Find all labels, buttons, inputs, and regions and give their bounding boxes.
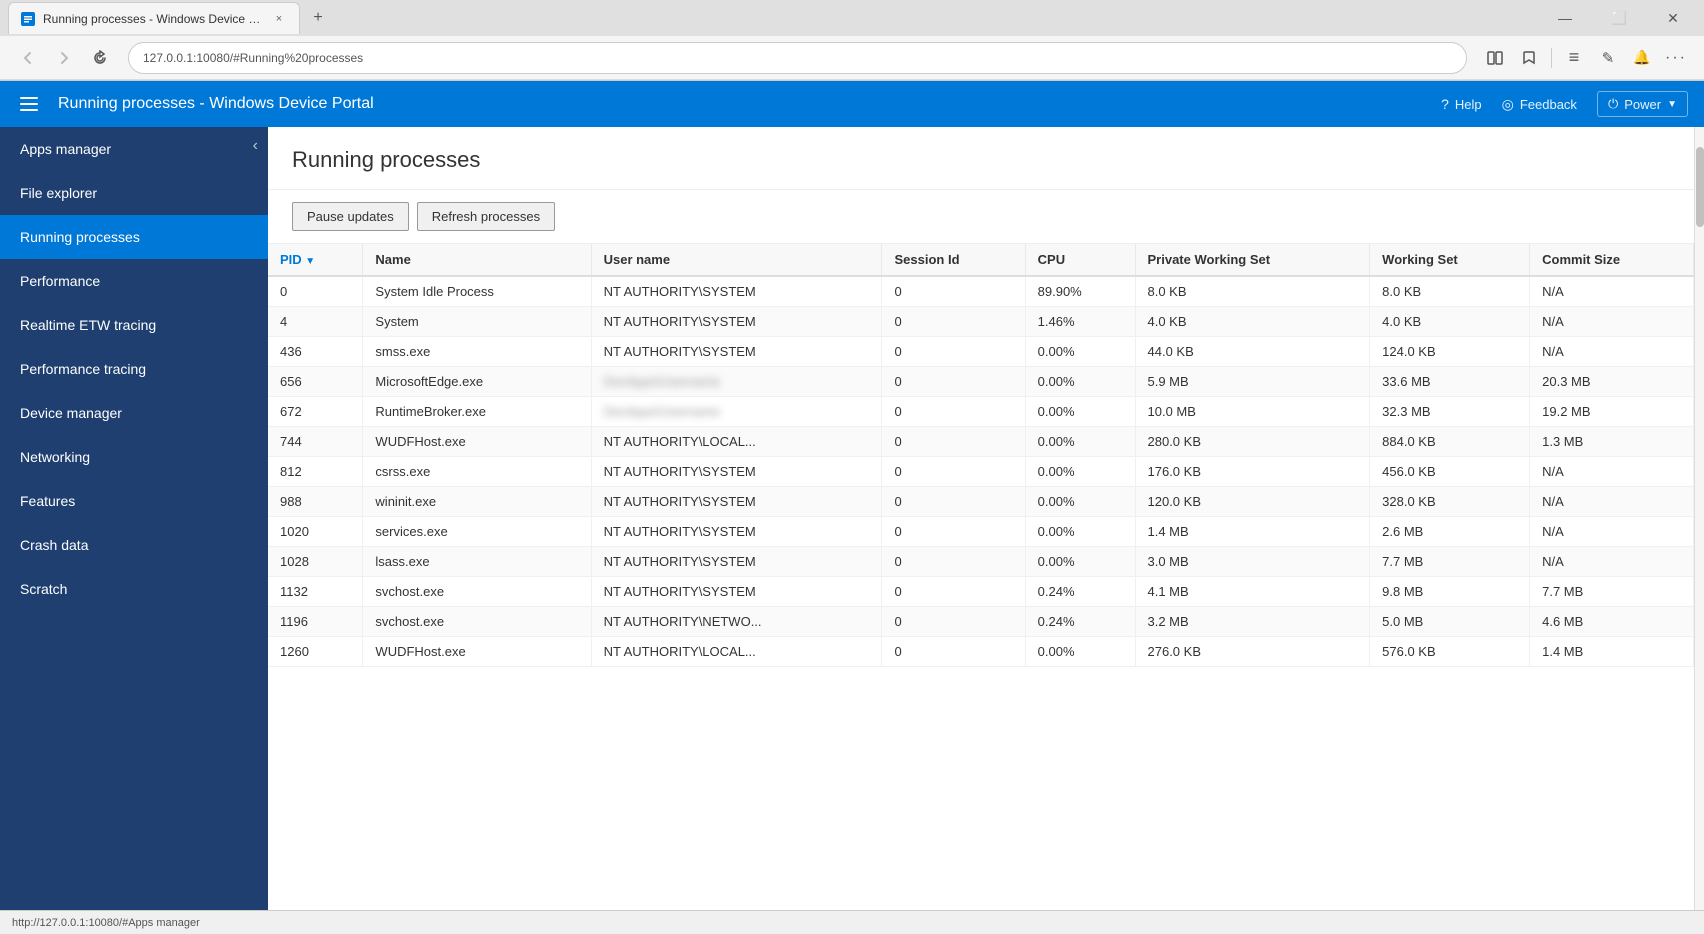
close-window-button[interactable]: ✕: [1650, 4, 1696, 32]
sidebar-collapse-button[interactable]: ‹: [253, 137, 258, 155]
bookmark-button[interactable]: [1513, 42, 1545, 74]
table-row[interactable]: 1196svchost.exeNT AUTHORITY\NETWO...00.2…: [268, 607, 1694, 637]
active-tab[interactable]: Running processes - Windows Device Porta…: [8, 2, 300, 34]
refresh-processes-button[interactable]: Refresh processes: [417, 202, 555, 231]
sidebar-item-crash-data[interactable]: Crash data: [0, 523, 268, 567]
notifications-button[interactable]: 🔔: [1626, 42, 1658, 74]
new-tab-button[interactable]: +: [304, 4, 332, 32]
refresh-button[interactable]: [84, 42, 116, 74]
sidebar-item-performance-tracing[interactable]: Performance tracing: [0, 347, 268, 391]
minimize-button[interactable]: —: [1542, 4, 1588, 32]
col-header-private-working-set[interactable]: Private Working Set: [1135, 244, 1370, 276]
help-button[interactable]: ? Help: [1441, 96, 1482, 112]
settings-button[interactable]: ≡: [1558, 42, 1590, 74]
feedback-button[interactable]: ◎ Feedback: [1502, 96, 1577, 113]
status-bar: http://127.0.0.1:10080/#Apps manager: [0, 910, 1704, 934]
sidebar-item-features[interactable]: Features: [0, 479, 268, 523]
sidebar-item-networking[interactable]: Networking: [0, 435, 268, 479]
tab-close-button[interactable]: ×: [271, 11, 287, 27]
power-chevron-icon: ▼: [1667, 99, 1677, 110]
sidebar-item-apps-manager[interactable]: Apps manager: [0, 127, 268, 171]
sidebar-item-scratch[interactable]: Scratch: [0, 567, 268, 611]
sidebar-item-file-explorer[interactable]: File explorer: [0, 171, 268, 215]
table-row[interactable]: 656MicrosoftEdge.exeDevApps\Username00.0…: [268, 367, 1694, 397]
reader-view-button[interactable]: [1479, 42, 1511, 74]
power-label: Power: [1624, 97, 1661, 112]
processes-table-container[interactable]: PID ▼NameUser nameSession IdCPUPrivate W…: [268, 244, 1694, 910]
sidebar-item-performance[interactable]: Performance: [0, 259, 268, 303]
hamburger-button[interactable]: [16, 93, 42, 115]
sidebar-item-device-manager[interactable]: Device manager: [0, 391, 268, 435]
pause-updates-button[interactable]: Pause updates: [292, 202, 409, 231]
table-row[interactable]: 744WUDFHost.exeNT AUTHORITY\LOCAL...00.0…: [268, 427, 1694, 457]
table-row[interactable]: 0System Idle ProcessNT AUTHORITY\SYSTEM0…: [268, 276, 1694, 307]
back-button[interactable]: [12, 42, 44, 74]
col-header-session-id[interactable]: Session Id: [882, 244, 1025, 276]
tab-title: Running processes - Windows Device Porta…: [43, 12, 263, 26]
table-row[interactable]: 988wininit.exeNT AUTHORITY\SYSTEM00.00%1…: [268, 487, 1694, 517]
col-header-name[interactable]: Name: [363, 244, 591, 276]
sidebar-nav: Apps managerFile explorerRunning process…: [0, 127, 268, 611]
table-row[interactable]: 1028lsass.exeNT AUTHORITY\SYSTEM00.00%3.…: [268, 547, 1694, 577]
help-label: Help: [1455, 97, 1482, 112]
maximize-button[interactable]: ⬜: [1596, 4, 1642, 32]
browser-chrome: Running processes - Windows Device Porta…: [0, 0, 1704, 81]
main-layout: ‹ Apps managerFile explorerRunning proce…: [0, 127, 1704, 910]
processes-table: PID ▼NameUser nameSession IdCPUPrivate W…: [268, 244, 1694, 667]
table-row[interactable]: 1260WUDFHost.exeNT AUTHORITY\LOCAL...00.…: [268, 637, 1694, 667]
col-header-working-set[interactable]: Working Set: [1370, 244, 1530, 276]
col-header-cpu[interactable]: CPU: [1025, 244, 1135, 276]
sidebar-item-running-processes[interactable]: Running processes: [0, 215, 268, 259]
scrollbar-thumb[interactable]: [1696, 147, 1704, 227]
page-title: Running processes: [268, 127, 1694, 190]
power-button[interactable]: ⏻ Power ▼: [1597, 91, 1688, 117]
app-title: Running processes - Windows Device Porta…: [58, 95, 1425, 113]
browser-controls: 127.0.0.1:10080/#Running%20processes ≡ ✎…: [0, 36, 1704, 80]
table-row[interactable]: 1132svchost.exeNT AUTHORITY\SYSTEM00.24%…: [268, 577, 1694, 607]
tab-bar: Running processes - Windows Device Porta…: [0, 0, 1704, 36]
vertical-scrollbar[interactable]: [1694, 127, 1704, 910]
tab-favicon: [21, 12, 35, 26]
hamburger-line-1: [20, 97, 38, 99]
sidebar-item-realtime-etw[interactable]: Realtime ETW tracing: [0, 303, 268, 347]
table-header: PID ▼NameUser nameSession IdCPUPrivate W…: [268, 244, 1694, 276]
header-actions: ? Help ◎ Feedback ⏻ Power ▼: [1441, 91, 1688, 117]
table-row[interactable]: 4SystemNT AUTHORITY\SYSTEM01.46%4.0 KB4.…: [268, 307, 1694, 337]
col-header-pid[interactable]: PID ▼: [268, 244, 363, 276]
power-icon: ⏻: [1608, 96, 1618, 112]
table-row[interactable]: 812csrss.exeNT AUTHORITY\SYSTEM00.00%176…: [268, 457, 1694, 487]
table-row[interactable]: 436smss.exeNT AUTHORITY\SYSTEM00.00%44.0…: [268, 337, 1694, 367]
more-button[interactable]: ···: [1660, 42, 1692, 74]
feedback-icon: ◎: [1502, 96, 1514, 113]
feedback-label: Feedback: [1520, 97, 1577, 112]
extensions-button[interactable]: ✎: [1592, 42, 1624, 74]
app-header: Running processes - Windows Device Porta…: [0, 81, 1704, 127]
forward-button[interactable]: [48, 42, 80, 74]
status-url: http://127.0.0.1:10080/#Apps manager: [12, 917, 200, 929]
sidebar: ‹ Apps managerFile explorerRunning proce…: [0, 127, 268, 910]
content-area: Running processes Pause updates Refresh …: [268, 127, 1694, 910]
table-body: 0System Idle ProcessNT AUTHORITY\SYSTEM0…: [268, 276, 1694, 667]
table-row[interactable]: 1020services.exeNT AUTHORITY\SYSTEM00.00…: [268, 517, 1694, 547]
help-icon: ?: [1441, 96, 1449, 112]
hamburger-line-3: [20, 109, 38, 111]
address-bar[interactable]: 127.0.0.1:10080/#Running%20processes: [128, 42, 1467, 74]
col-header-user-name[interactable]: User name: [591, 244, 882, 276]
table-row[interactable]: 672RuntimeBroker.exeDevApps\Username00.0…: [268, 397, 1694, 427]
col-header-commit-size[interactable]: Commit Size: [1530, 244, 1694, 276]
toolbar: Pause updates Refresh processes: [268, 190, 1694, 244]
address-text: 127.0.0.1:10080/#Running%20processes: [143, 51, 363, 65]
hamburger-line-2: [20, 103, 38, 105]
